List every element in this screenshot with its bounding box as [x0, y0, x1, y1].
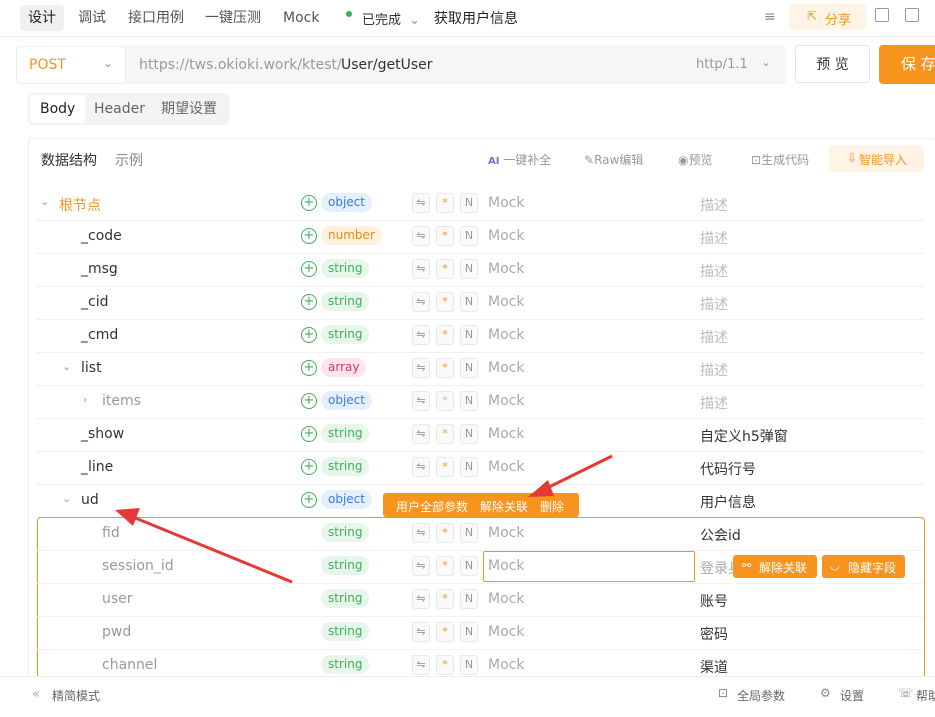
arrowhead-down-icon — [528, 480, 554, 497]
footer-bar: « 精简模式 ⊡ 全局参数 ⚙ 设置 ☏ 帮助 — [0, 676, 935, 717]
global-params-button[interactable]: 全局参数 — [737, 687, 785, 704]
arrowhead-left-icon — [115, 508, 140, 526]
simple-mode-toggle[interactable]: 精简模式 — [52, 687, 100, 704]
arrow-to-actions — [542, 454, 613, 492]
annotation-arrows — [115, 454, 613, 584]
globe-icon: ⊡ — [718, 686, 729, 700]
gear-icon: ⚙ — [820, 686, 831, 700]
help-button[interactable]: 帮助 — [916, 687, 935, 704]
arrow-to-ud — [127, 513, 293, 584]
double-chevron-left-icon[interactable]: « — [32, 687, 40, 702]
settings-button[interactable]: 设置 — [840, 687, 864, 704]
help-icon: ☏ — [898, 686, 914, 700]
